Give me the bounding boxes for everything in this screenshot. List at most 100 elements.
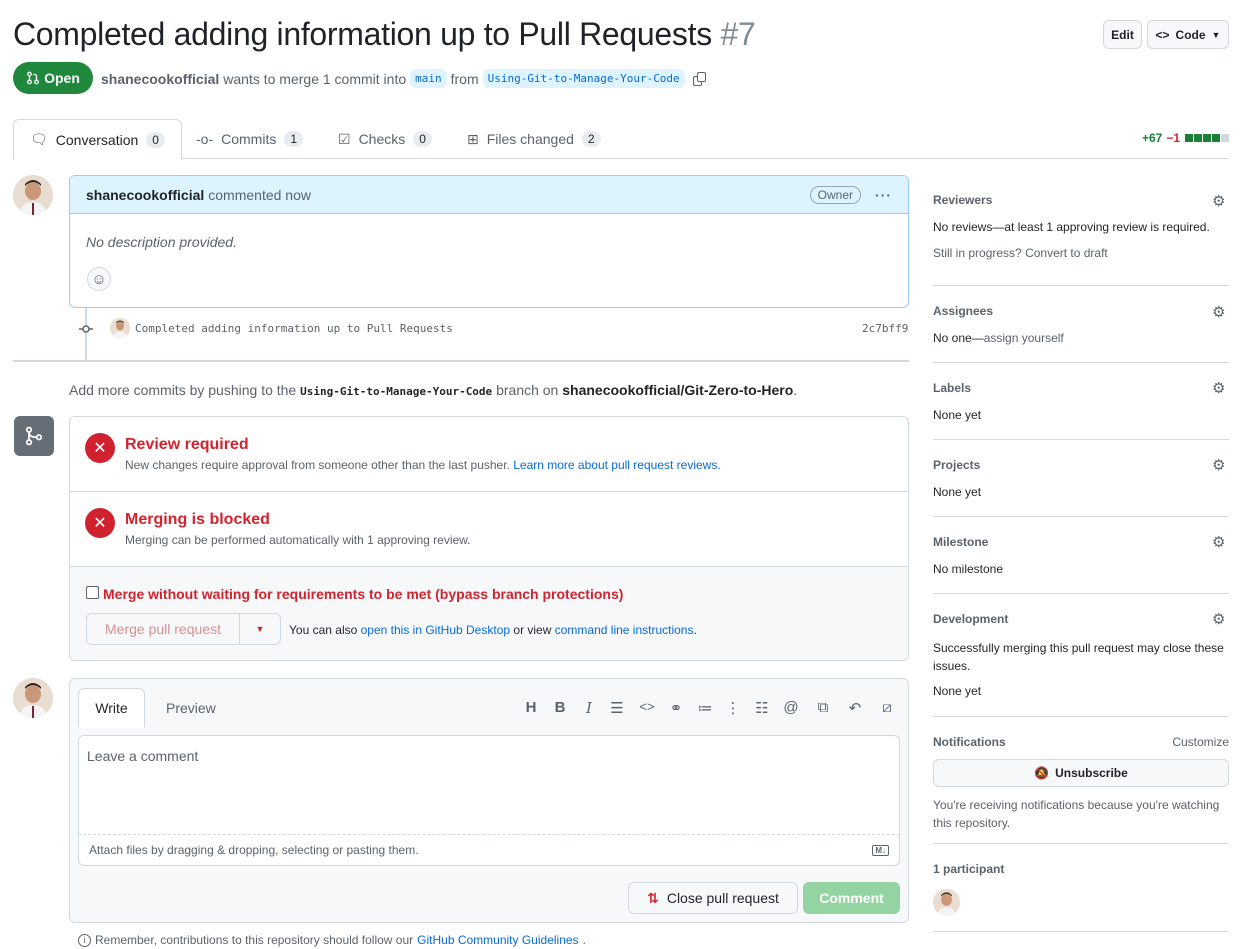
development-desc: Successfully merging this pull request m… <box>933 641 1224 673</box>
gear-icon[interactable]: ⚙ <box>1212 610 1225 628</box>
bell-slash-icon: 🔕 <box>1034 766 1050 780</box>
reviewers-heading[interactable]: Reviewers <box>933 193 1229 207</box>
reply-icon[interactable]: ↶ <box>845 699 865 717</box>
gear-icon[interactable]: ⚙ <box>1212 533 1225 551</box>
sidebar-divider <box>933 439 1229 440</box>
github-desktop-link[interactable]: open this in GitHub Desktop <box>361 623 510 637</box>
tab-write[interactable]: Write <box>78 688 145 728</box>
status-badge: Open <box>13 62 93 94</box>
tab-files-changed[interactable]: ⊞ Files changed 2 <box>467 119 601 159</box>
guidelines-note: i Remember, contributions to this reposi… <box>78 933 586 947</box>
owner-badge: Owner <box>809 185 861 204</box>
italic-icon[interactable]: I <box>579 699 599 717</box>
merging-blocked-desc: Merging can be performed automatically w… <box>125 533 471 547</box>
gear-icon[interactable]: ⚙ <box>1212 303 1225 321</box>
commit-avatar[interactable] <box>110 318 130 338</box>
markdown-icon[interactable]: M↓ <box>872 844 889 856</box>
merging-blocked-title: Merging is blocked <box>125 511 270 528</box>
commit-message[interactable]: Completed adding information up to Pull … <box>135 322 453 335</box>
tab-conversation[interactable]: 🗨 Conversation 0 <box>13 119 182 160</box>
sidebar-divider <box>933 285 1229 286</box>
head-branch[interactable]: Using-Git-to-Manage-Your-Code <box>482 69 685 88</box>
cross-reference-icon[interactable]: ⧉ <box>813 699 833 716</box>
diffstat-bar <box>1184 131 1229 145</box>
projects-heading[interactable]: Projects <box>933 458 1229 472</box>
base-branch[interactable]: main <box>410 69 447 88</box>
gear-icon[interactable]: ⚙ <box>1212 379 1225 397</box>
unordered-list-icon[interactable]: ≔ <box>695 699 715 717</box>
attach-files-bar[interactable]: Attach files by dragging & dropping, sel… <box>78 834 900 866</box>
slash-commands-icon[interactable]: ⧄ <box>877 699 897 716</box>
avatar[interactable] <box>13 678 53 718</box>
convert-to-draft-link[interactable]: Convert to draft <box>1025 246 1108 260</box>
file-diff-icon: ⊞ <box>467 130 479 147</box>
commit-sha[interactable]: 2c7bff9 <box>862 322 908 335</box>
tab-commits[interactable]: -o- Commits 1 <box>196 119 304 159</box>
tab-label: Commits <box>221 131 277 147</box>
assign-yourself-link[interactable]: assign yourself <box>984 331 1064 345</box>
unsubscribe-label: Unsubscribe <box>1055 766 1128 780</box>
unsubscribe-button[interactable]: 🔕 Unsubscribe <box>933 759 1229 787</box>
avatar[interactable] <box>13 175 53 215</box>
kebab-menu-icon[interactable]: ··· <box>875 187 892 203</box>
tasklist-icon[interactable]: ☷ <box>752 699 772 717</box>
merging-blocked-row: ✕ Merging is blocked Merging can be perf… <box>70 492 908 567</box>
tab-preview[interactable]: Preview <box>166 700 216 716</box>
heading-icon[interactable]: H <box>521 699 541 716</box>
comment-button[interactable]: Comment <box>803 882 900 914</box>
comment-author[interactable]: shanecookofficial <box>86 187 204 203</box>
pr-number: #7 <box>720 16 756 52</box>
sidebar-projects: Projects None yet <box>933 458 1229 499</box>
push-hint-branch: Using-Git-to-Manage-Your-Code <box>300 385 493 398</box>
participant-avatar[interactable] <box>933 889 960 916</box>
command-line-link[interactable]: command line instructions <box>555 623 694 637</box>
review-learn-link[interactable]: Learn more about pull request reviews. <box>513 458 720 472</box>
code-icon[interactable]: <> <box>637 699 657 714</box>
assignees-heading[interactable]: Assignees <box>933 304 1229 318</box>
comment-time[interactable]: commented now <box>208 187 311 203</box>
quote-icon[interactable]: ☰ <box>607 699 627 717</box>
labels-heading[interactable]: Labels <box>933 381 1229 395</box>
user-avatar-icon <box>933 889 960 916</box>
bypass-checkbox[interactable] <box>86 586 99 599</box>
comment-box: shanecookofficial commented now Owner ··… <box>69 175 909 308</box>
edit-button[interactable]: Edit <box>1103 20 1142 49</box>
merge-pull-request-button[interactable]: Merge pull request <box>87 614 240 644</box>
community-guidelines-link[interactable]: GitHub Community Guidelines <box>417 933 578 947</box>
comment-input[interactable]: Leave a comment <box>78 735 900 835</box>
caret-down-icon: ▼ <box>255 624 265 634</box>
sidebar-milestone: Milestone No milestone <box>933 535 1229 576</box>
bold-icon[interactable]: B <box>550 699 570 716</box>
smiley-icon[interactable]: ☺ <box>87 267 111 291</box>
gear-icon[interactable]: ⚙ <box>1212 192 1225 210</box>
gear-icon[interactable]: ⚙ <box>1212 456 1225 474</box>
milestone-value: No milestone <box>933 562 1004 576</box>
tab-checks[interactable]: ☑ Checks 0 <box>338 119 432 159</box>
sidebar-development: Development Successfully merging this pu… <box>933 612 1229 698</box>
user-avatar-icon <box>110 318 130 338</box>
comment-body: No description provided. <box>86 234 237 250</box>
copy-icon[interactable] <box>692 71 707 86</box>
merge-button-group: Merge pull request ▼ <box>86 613 281 645</box>
git-commit-icon: -o- <box>196 131 214 147</box>
deletions-count: −1 <box>1166 131 1180 145</box>
close-pull-request-button[interactable]: ⇅ Close pull request <box>628 882 798 914</box>
merge-options-dropdown[interactable]: ▼ <box>240 614 280 644</box>
bypass-label[interactable]: Merge without waiting for requirements t… <box>103 586 623 602</box>
notifications-heading: Notifications <box>933 735 1006 749</box>
status-label: Open <box>44 70 80 86</box>
ordered-list-icon[interactable]: ⋮ <box>723 699 743 717</box>
development-heading[interactable]: Development <box>933 612 1229 626</box>
tab-count: 2 <box>581 131 601 147</box>
author-link[interactable]: shanecookofficial <box>101 71 219 87</box>
customize-link[interactable]: Customize <box>1172 735 1229 749</box>
milestone-heading[interactable]: Milestone <box>933 535 1229 549</box>
comment-header: shanecookofficial commented now Owner ··… <box>70 176 908 214</box>
mention-icon[interactable]: @ <box>781 699 801 716</box>
git-merge-icon <box>14 416 54 456</box>
remember-suffix: . <box>582 933 586 947</box>
link-icon[interactable]: ⚭ <box>666 699 686 717</box>
code-button[interactable]: <> Code ▼ <box>1147 20 1229 49</box>
merge-alt-text: You can also open this in GitHub Desktop… <box>289 623 697 637</box>
info-icon: i <box>78 933 91 947</box>
